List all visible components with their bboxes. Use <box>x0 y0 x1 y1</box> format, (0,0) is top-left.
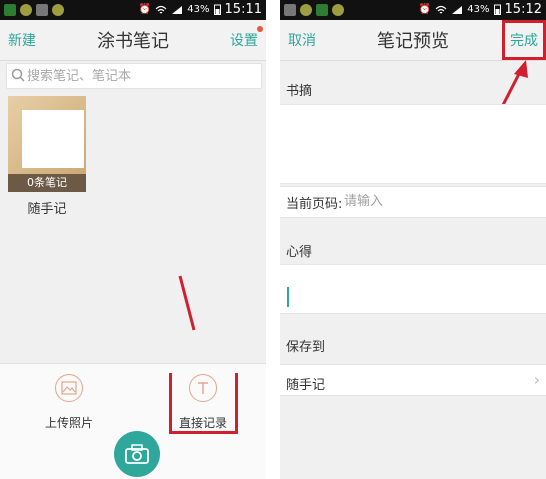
reflection-label: 心得 <box>286 245 313 260</box>
signal-icon <box>452 5 463 14</box>
text-cursor <box>287 287 289 307</box>
app-notification-icon <box>20 4 32 16</box>
notebook-cover[interactable]: 0条笔记 <box>8 96 86 192</box>
search-input[interactable] <box>27 64 255 88</box>
upload-photo-button[interactable]: 上传照片 <box>24 374 114 431</box>
notebook-item[interactable]: 0条笔记 随手记 <box>8 96 88 217</box>
save-to-value: 随手记 <box>286 378 326 393</box>
upload-photo-label: 上传照片 <box>44 416 93 430</box>
wifi-icon <box>155 5 167 13</box>
clock: 15:11 <box>224 2 262 17</box>
notification-icons <box>284 4 344 16</box>
reflection-textarea[interactable] <box>280 264 546 314</box>
settings-button[interactable]: 设置 <box>230 30 258 50</box>
camera-icon <box>125 444 149 464</box>
notification-icons <box>4 4 64 16</box>
app-notification-icon <box>4 4 16 16</box>
clock: 15:12 <box>504 2 542 17</box>
notebook-name: 随手记 <box>27 202 67 217</box>
search-icon <box>11 68 25 82</box>
excerpt-label: 书摘 <box>286 84 313 99</box>
alarm-icon: ⏰ <box>138 4 152 15</box>
app-notification-icon <box>332 4 344 16</box>
status-bar: ⏰ 43% 15:11 <box>0 0 266 20</box>
wifi-icon <box>435 5 447 13</box>
app-notification-icon <box>300 4 312 16</box>
app-notification-icon <box>316 4 328 16</box>
battery-icon <box>493 4 501 15</box>
signal-icon <box>172 5 183 14</box>
chevron-right-icon: › <box>533 370 540 389</box>
image-notification-icon <box>284 4 296 16</box>
status-indicators: ⏰ 43% 15:12 <box>419 2 542 17</box>
photo-icon <box>55 374 83 402</box>
note-count-badge: 0条笔记 <box>8 174 86 192</box>
page-number-input[interactable] <box>344 192 524 210</box>
save-to-label: 保存到 <box>286 340 326 355</box>
app-notification-icon <box>52 4 64 16</box>
annotation-arrow <box>178 275 196 331</box>
page-number-label: 当前页码: <box>286 197 343 212</box>
image-notification-icon <box>36 4 48 16</box>
page-title: 涂书笔记 <box>97 31 169 52</box>
highlight-box <box>502 20 546 60</box>
search-bar[interactable] <box>6 63 262 89</box>
excerpt-textarea[interactable] <box>280 104 546 184</box>
status-bar: ⏰ 43% 15:12 <box>280 0 546 20</box>
notebook-cover-page <box>22 110 84 168</box>
app-header: 新建 涂书笔记 设置 <box>0 20 266 61</box>
notification-dot <box>257 26 263 32</box>
battery-percent: 43% <box>187 4 210 15</box>
status-indicators: ⏰ 43% 15:11 <box>139 2 262 17</box>
highlight-box <box>169 373 238 434</box>
phone-screen-note-preview: ⏰ 43% 15:12 取消 笔记预览 完成 书摘 当前页码: 心得 保存到 随… <box>280 0 546 479</box>
battery-icon <box>213 4 221 15</box>
phone-screen-notebook-list: ⏰ 43% 15:11 新建 涂书笔记 设置 0条笔记 随手记 上传 <box>0 0 266 479</box>
camera-button[interactable] <box>114 431 160 477</box>
battery-percent: 43% <box>467 4 490 15</box>
alarm-icon: ⏰ <box>418 4 432 15</box>
